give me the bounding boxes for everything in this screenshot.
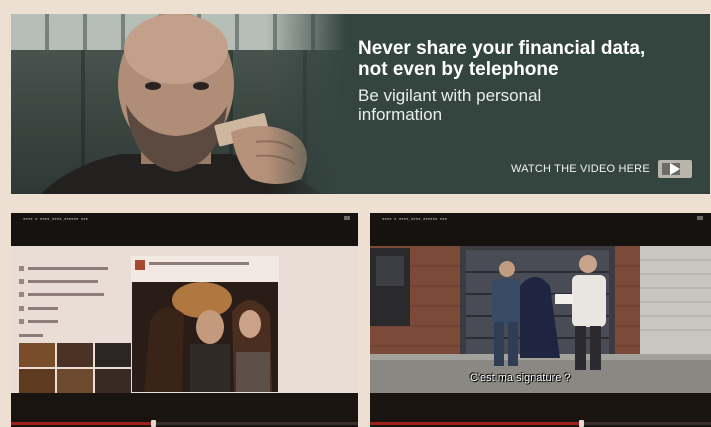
video-top-bar: ▪▪▪▪ ▪ ▪▪▪▪_▪▪▪▪_▪▪▪▪▪▪ ▪▪▪ xyxy=(11,213,358,246)
post-header xyxy=(131,256,279,282)
video-subtitle: C'est ma signature ? xyxy=(470,372,571,384)
video-progress-bar[interactable] xyxy=(11,420,358,427)
play-icon[interactable] xyxy=(657,160,692,178)
video-controls[interactable] xyxy=(370,393,711,427)
banner-photo xyxy=(11,14,346,194)
video-progress-handle[interactable] xyxy=(579,420,585,427)
video-top-bar: ▪▪▪▪ ▪ ▪▪▪▪_▪▪▪▪_▪▪▪▪▪▪ ▪▪▪ xyxy=(370,213,711,246)
banner-headline: Never share your financial data, not eve… xyxy=(358,38,646,80)
watch-video-link[interactable]: WATCH THE VIDEO HERE xyxy=(511,160,692,178)
ad-banner[interactable]: Never share your financial data, not eve… xyxy=(11,14,710,194)
video-progress-handle[interactable] xyxy=(151,420,157,427)
group-photo xyxy=(132,282,278,392)
banner-subline: Be vigilant with personal information xyxy=(358,86,542,124)
avatar xyxy=(135,260,145,270)
video-progress-fill xyxy=(11,422,154,425)
video-progress-fill xyxy=(370,422,582,425)
profile-sidebar xyxy=(19,260,131,344)
street-scene xyxy=(370,246,711,393)
video-controls[interactable] xyxy=(11,393,358,427)
photo-thumbnails xyxy=(19,343,131,393)
video-player-left[interactable]: ▪▪▪▪ ▪ ▪▪▪▪_▪▪▪▪_▪▪▪▪▪▪ ▪▪▪ xyxy=(11,213,358,427)
video-player-right[interactable]: ▪▪▪▪ ▪ ▪▪▪▪_▪▪▪▪_▪▪▪▪▪▪ ▪▪▪ C'est ma sig… xyxy=(370,213,711,427)
social-profile-screen xyxy=(11,246,358,393)
window-icon xyxy=(697,216,703,220)
watch-video-label: WATCH THE VIDEO HERE xyxy=(511,163,650,175)
banner-text: Never share your financial data, not eve… xyxy=(358,38,703,124)
video-progress-bar[interactable] xyxy=(370,420,711,427)
window-icon xyxy=(344,216,350,220)
